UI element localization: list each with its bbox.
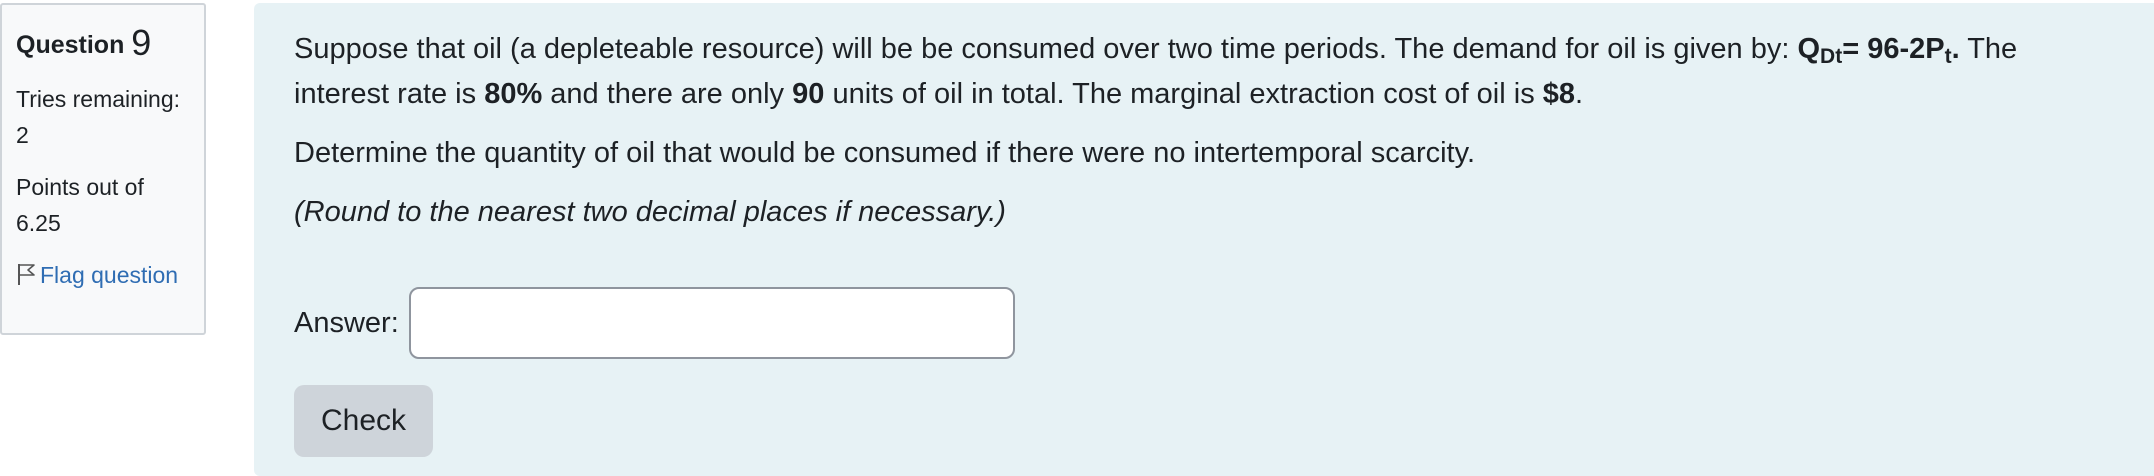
qtext-part-5: .	[1575, 78, 1584, 110]
eq-end: .	[1951, 33, 1960, 65]
answer-label: Answer:	[294, 306, 399, 339]
qtext-part-3: and there are only	[542, 78, 793, 110]
question-label: Question	[16, 31, 125, 59]
flag-outline-icon	[18, 264, 35, 285]
eq-mid: = 96-2P	[1842, 33, 1945, 65]
oil-units: 90	[792, 78, 825, 110]
flag-question-label: Flag question	[40, 262, 179, 288]
question-content: Suppose that oil (a depleteable resource…	[254, 3, 2154, 476]
answer-row: Answer:	[294, 287, 1015, 359]
question-info-panel: Question 9 Tries remaining: 2 Points out…	[0, 3, 206, 335]
question-number-heading: Question 9	[16, 23, 190, 65]
flag-question-link[interactable]: Flag question	[16, 257, 190, 293]
question-prompt: Determine the quantity of oil that would…	[294, 137, 1475, 169]
check-button[interactable]: Check	[294, 385, 433, 457]
eq-p-sub: t	[1944, 45, 1952, 68]
rounding-instruction: (Round to the nearest two decimal places…	[294, 196, 1006, 228]
qtext-part-1: Suppose that oil (a depleteable resource…	[294, 33, 1798, 65]
qtext-part-4: units of oil in total. The marginal extr…	[824, 78, 1543, 110]
extraction-cost: $8	[1542, 78, 1576, 110]
question-text: Suppose that oil (a depleteable resource…	[294, 27, 2114, 117]
eq-q: Q	[1797, 33, 1821, 65]
question-number: 9	[131, 22, 152, 63]
answer-input[interactable]	[408, 287, 1015, 359]
demand-equation: QDt= 96-2Pt.	[1797, 33, 1960, 68]
points-out-of: Points out of 6.25	[16, 174, 144, 236]
interest-rate: 80%	[484, 78, 543, 110]
tries-remaining: Tries remaining: 2	[16, 86, 181, 148]
eq-q-sub: Dt	[1820, 45, 1843, 68]
